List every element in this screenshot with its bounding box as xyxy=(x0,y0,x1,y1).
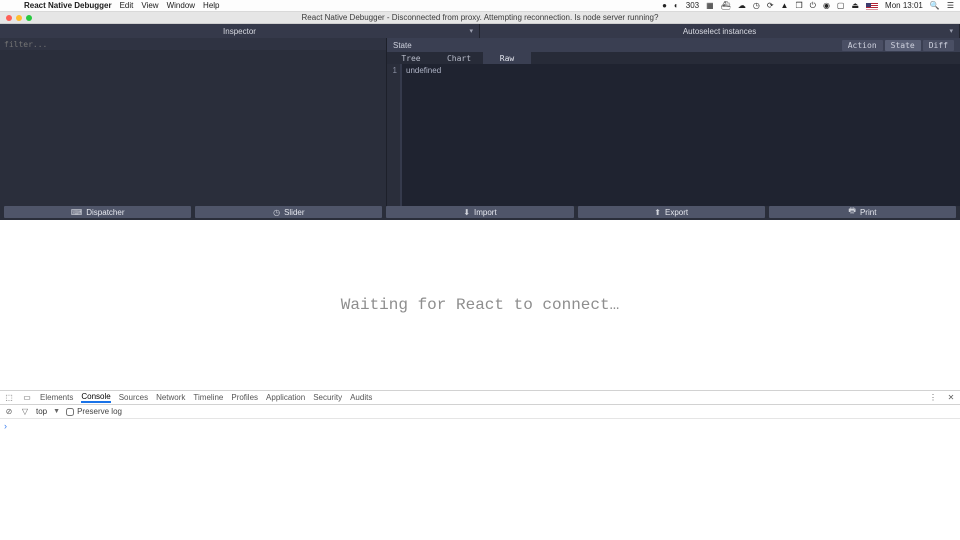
inspector-panel xyxy=(0,38,386,206)
preserve-log-checkbox[interactable] xyxy=(66,408,74,416)
tab-elements[interactable]: Elements xyxy=(40,393,73,402)
debugger-toolbar: ⌨Dispatcher ◷ Slider ⬇ Import ⬆ Export 🖶 Pri… xyxy=(0,206,960,220)
mode-state[interactable]: State xyxy=(885,40,921,51)
device-toolbar-icon[interactable]: ▭ xyxy=(22,393,32,403)
waiting-message: Waiting for React to connect… xyxy=(341,296,619,314)
dispatcher-label: Dispatcher xyxy=(86,208,124,217)
inspector-label: Inspector xyxy=(223,27,256,36)
slider-button[interactable]: ◷ Slider xyxy=(195,206,382,218)
state-panel: State Action State Diff Tree Chart Raw 1… xyxy=(386,38,960,206)
inspector-panel-header[interactable]: Inspector ▾ xyxy=(0,24,480,38)
chevron-down-icon: ▾ xyxy=(469,27,473,35)
window-title: React Native Debugger - Disconnected fro… xyxy=(0,12,960,24)
console-prompt-icon: › xyxy=(4,421,7,431)
state-sub-tabs: Tree Chart Raw xyxy=(387,52,960,64)
display-icon[interactable]: ▢ xyxy=(837,0,845,12)
slider-label: Slider xyxy=(284,208,304,217)
print-icon: 🖶 xyxy=(848,205,856,219)
upload-icon: ⬆ xyxy=(654,208,661,217)
clear-console-icon[interactable]: ⊘ xyxy=(4,407,14,417)
console-output[interactable]: › xyxy=(0,419,960,540)
tab-timeline[interactable]: Timeline xyxy=(193,393,223,402)
timer-icon[interactable]: ◷ xyxy=(753,0,760,12)
devtools-menu-icon[interactable]: ⋮ xyxy=(928,393,938,403)
print-label: Print xyxy=(860,208,876,217)
menu-view[interactable]: View xyxy=(141,0,158,12)
traffic-lights xyxy=(6,15,32,21)
tab-profiles[interactable]: Profiles xyxy=(231,393,258,402)
menubar-app-name[interactable]: React Native Debugger xyxy=(24,0,112,12)
redux-devtools-panel: Inspector ▾ Autoselect instances ▾ State… xyxy=(0,24,960,220)
react-waiting-area: Waiting for React to connect… xyxy=(0,220,960,390)
keyboard-icon: ⌨ xyxy=(71,208,83,217)
menu-window[interactable]: Window xyxy=(167,0,195,12)
import-label: Import xyxy=(474,208,497,217)
dispatcher-button[interactable]: ⌨Dispatcher xyxy=(4,206,191,218)
close-window-button[interactable] xyxy=(6,15,12,21)
zoom-window-button[interactable] xyxy=(26,15,32,21)
tab-network[interactable]: Network xyxy=(156,393,185,402)
filter-input[interactable] xyxy=(0,38,386,50)
tab-console[interactable]: Console xyxy=(81,392,110,403)
tab-audits[interactable]: Audits xyxy=(350,393,372,402)
context-selector[interactable]: top xyxy=(36,407,47,416)
spotlight-icon[interactable]: 🔍 xyxy=(930,0,940,12)
download-icon: ⬇ xyxy=(463,208,470,217)
status-dot-icon[interactable]: ● xyxy=(662,0,667,12)
sub-tab-tree[interactable]: Tree xyxy=(387,52,435,64)
chevron-down-icon: ▾ xyxy=(949,27,953,35)
state-raw-editor[interactable]: 1 undefined xyxy=(387,64,960,206)
clock[interactable]: Mon 13:01 xyxy=(885,0,923,12)
console-toolbar: ⊘ ▽ top ▼ Preserve log xyxy=(0,405,960,419)
wifi-icon[interactable]: ◉ xyxy=(823,0,830,12)
export-label: Export xyxy=(665,208,688,217)
print-button[interactable]: 🖶 Print xyxy=(769,206,956,218)
editor-content: undefined xyxy=(401,64,960,206)
tab-sources[interactable]: Sources xyxy=(119,393,148,402)
devtools-close-icon[interactable]: ✕ xyxy=(946,393,956,403)
devtools-tab-bar: ⬚ ▭ Elements Console Sources Network Tim… xyxy=(0,391,960,405)
chevron-down-icon: ▼ xyxy=(53,408,60,415)
input-source-flag-icon[interactable] xyxy=(866,3,878,10)
import-button[interactable]: ⬇ Import xyxy=(386,206,573,218)
sub-tab-raw[interactable]: Raw xyxy=(483,52,531,64)
mode-action[interactable]: Action xyxy=(842,40,883,51)
eject-icon[interactable]: ⏏ xyxy=(851,0,859,12)
window-titlebar: React Native Debugger - Disconnected fro… xyxy=(0,12,960,24)
sync-icon[interactable]: ⟳ xyxy=(767,0,774,12)
sub-tab-chart[interactable]: Chart xyxy=(435,52,483,64)
menu-help[interactable]: Help xyxy=(203,0,219,12)
editor-gutter: 1 xyxy=(387,64,401,206)
macos-menubar: React Native Debugger Edit View Window H… xyxy=(0,0,960,12)
tab-application[interactable]: Application xyxy=(266,393,305,402)
preserve-log-label: Preserve log xyxy=(77,407,122,416)
bell-icon[interactable]: ▲ xyxy=(781,0,789,12)
status-circle-icon[interactable]: ◐ xyxy=(674,0,679,12)
tab-security[interactable]: Security xyxy=(313,393,342,402)
export-button[interactable]: ⬆ Export xyxy=(578,206,765,218)
chrome-devtools: ⬚ ▭ Elements Console Sources Network Tim… xyxy=(0,390,960,540)
calendar-icon[interactable]: ▦ xyxy=(706,0,714,12)
menu-edit[interactable]: Edit xyxy=(120,0,134,12)
state-title: State xyxy=(393,41,412,50)
inspect-element-icon[interactable]: ⬚ xyxy=(4,393,14,403)
ship-icon[interactable]: ⛴ xyxy=(721,0,731,12)
view-mode-toggle: Action State Diff xyxy=(842,40,954,51)
instances-panel-header[interactable]: Autoselect instances ▾ xyxy=(480,24,960,38)
power-icon[interactable]: ⏻ xyxy=(810,0,816,12)
status-number[interactable]: 303 xyxy=(686,0,699,12)
minimize-window-button[interactable] xyxy=(16,15,22,21)
dropbox-icon[interactable]: ❒ xyxy=(795,0,802,12)
menu-extras-icon[interactable]: ☰ xyxy=(947,0,954,12)
preserve-log-toggle[interactable]: Preserve log xyxy=(66,407,122,416)
mode-diff[interactable]: Diff xyxy=(923,40,954,51)
instances-label: Autoselect instances xyxy=(683,27,756,36)
cloud-icon[interactable]: ☁ xyxy=(738,0,746,12)
clock-icon: ◷ xyxy=(273,208,280,217)
filter-icon[interactable]: ▽ xyxy=(20,407,30,417)
